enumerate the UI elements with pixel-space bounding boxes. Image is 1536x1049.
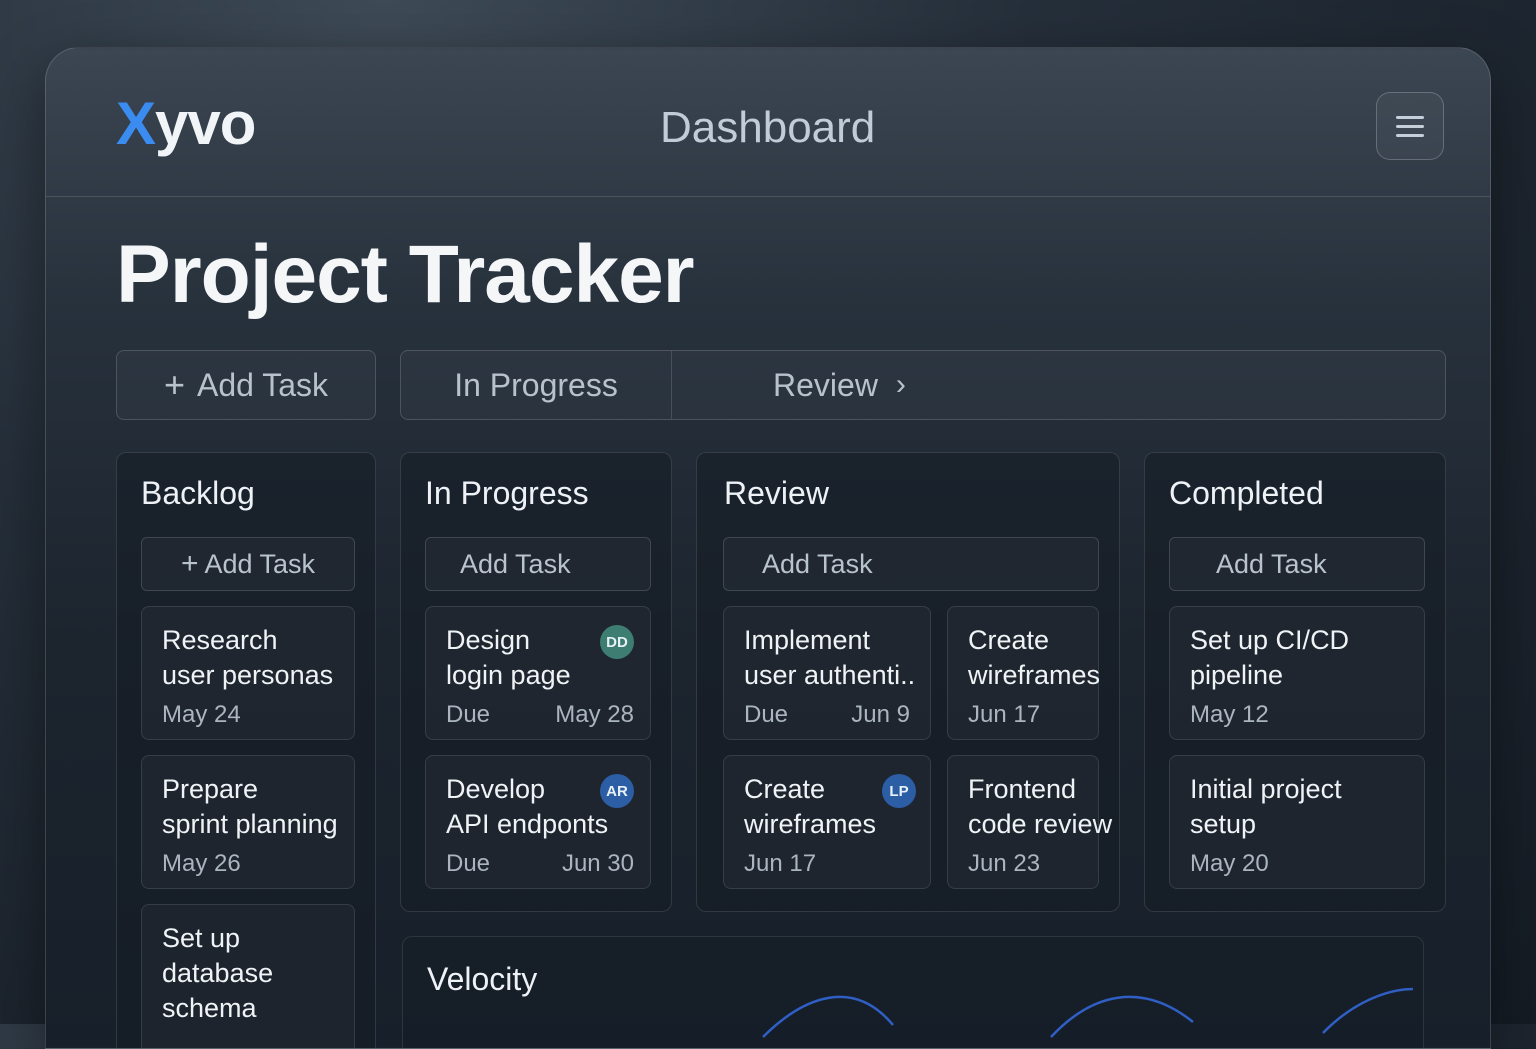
menu-button[interactable] <box>1376 92 1444 160</box>
column-backlog: Backlog + Add Task Research user persona… <box>116 452 376 1048</box>
task-date: Jun 30 <box>561 850 634 877</box>
velocity-panel: Velocity <box>402 936 1424 1048</box>
task-title: Develop API endponts <box>446 774 609 839</box>
task-card[interactable]: Implement user authenti.. Due Jun 9 <box>723 606 931 740</box>
task-date: May 12 <box>1190 701 1269 728</box>
task-title: Initial project setup <box>1190 774 1342 839</box>
task-card[interactable]: Initial project setup May 20 <box>1169 755 1425 889</box>
filter-tab-label: In Progress <box>454 366 618 403</box>
chevron-right-icon: › <box>895 368 906 401</box>
task-date: May 24 <box>162 701 241 728</box>
avatar: AR <box>600 774 634 808</box>
task-card[interactable]: Frontend code review Jun 23 <box>947 755 1112 889</box>
column-in-progress: In Progress Add Task Design login page D… <box>400 452 672 912</box>
task-date: May 20 <box>1190 850 1269 877</box>
add-task-button[interactable]: Add Task <box>1169 537 1425 591</box>
velocity-chart <box>762 987 1414 1038</box>
add-task-label: Add Task <box>204 548 316 579</box>
plus-icon: + <box>180 547 199 580</box>
task-title: Create wireframes <box>744 774 877 839</box>
task-card[interactable]: Create wireframes Jun 17 <box>947 606 1101 740</box>
add-task-button[interactable]: Add Task <box>723 537 1099 591</box>
due-label: Due <box>446 701 491 728</box>
task-title: Create wireframes <box>968 625 1101 690</box>
logo[interactable]: Xyvo <box>116 94 256 154</box>
header-title: Dashboard <box>660 103 876 152</box>
avatar: DD <box>600 625 634 659</box>
add-task-button[interactable]: + Add Task <box>116 350 376 420</box>
column-title: Backlog <box>141 475 255 511</box>
task-title: Frontend code review <box>968 774 1113 839</box>
add-task-button[interactable]: Add Task <box>425 537 651 591</box>
add-task-label: Add Task <box>196 366 329 403</box>
due-label: Due <box>446 850 491 877</box>
filter-tab-in-progress[interactable]: In Progress <box>401 351 672 419</box>
add-task-label: Add Task <box>460 548 571 579</box>
column-review: Review Add Task Implement user authenti.… <box>696 452 1120 912</box>
column-title: In Progress <box>425 475 589 511</box>
avatar: LP <box>882 774 916 808</box>
column-title: Completed <box>1169 475 1324 511</box>
column-completed: Completed Add Task Set up CI/CD pipeline… <box>1144 452 1446 912</box>
logo-text: yvo <box>155 90 256 157</box>
status-filter-bar: In Progress Review › <box>400 350 1446 420</box>
top-bar: Xyvo Dashboard <box>46 48 1490 197</box>
task-card[interactable]: Prepare sprint planning May 26 <box>141 755 355 889</box>
column-title: Review <box>724 475 829 511</box>
add-task-label: Add Task <box>1216 548 1327 579</box>
filter-tab-label: Review <box>773 366 878 403</box>
task-title: Implement user authenti.. <box>744 625 916 690</box>
task-date: Jun 17 <box>744 850 817 877</box>
velocity-line <box>762 987 1414 1038</box>
due-label: Due <box>744 701 789 728</box>
hamburger-menu-icon <box>1396 115 1424 119</box>
task-date: Jun 23 <box>968 850 1041 877</box>
task-card[interactable]: Set up CI/CD pipeline May 12 <box>1169 606 1425 740</box>
task-title: Research user personas <box>162 625 334 690</box>
add-task-button[interactable]: + Add Task <box>141 537 355 591</box>
filter-tab-review[interactable]: Review › <box>773 351 906 419</box>
task-card[interactable]: Research user personas May 24 <box>141 606 355 740</box>
task-date: May 26 <box>162 850 241 877</box>
task-title: Design login page <box>446 625 571 690</box>
task-title: Set up CI/CD pipeline <box>1190 625 1350 690</box>
add-task-label: Add Task <box>762 548 873 579</box>
task-title: Set up database schema <box>162 923 274 1023</box>
task-title: Prepare sprint planning <box>162 774 338 839</box>
task-date: May 28 <box>555 701 634 728</box>
task-card[interactable]: Set up database schema <box>141 904 355 1048</box>
task-date: Jun 17 <box>968 701 1041 728</box>
task-card[interactable]: Design login page DD Due May 28 <box>425 606 651 740</box>
task-date: Jun 9 <box>851 701 910 728</box>
page-title: Project Tracker <box>116 229 695 320</box>
task-card[interactable]: Develop API endponts AR Due Jun 30 <box>425 755 651 889</box>
plus-icon: + <box>163 364 185 405</box>
task-card[interactable]: Create wireframes LP Jun 17 <box>723 755 931 889</box>
app-window: Xyvo Dashboard Project Tracker + Add Tas… <box>45 47 1491 1049</box>
logo-mark: X <box>116 90 156 157</box>
